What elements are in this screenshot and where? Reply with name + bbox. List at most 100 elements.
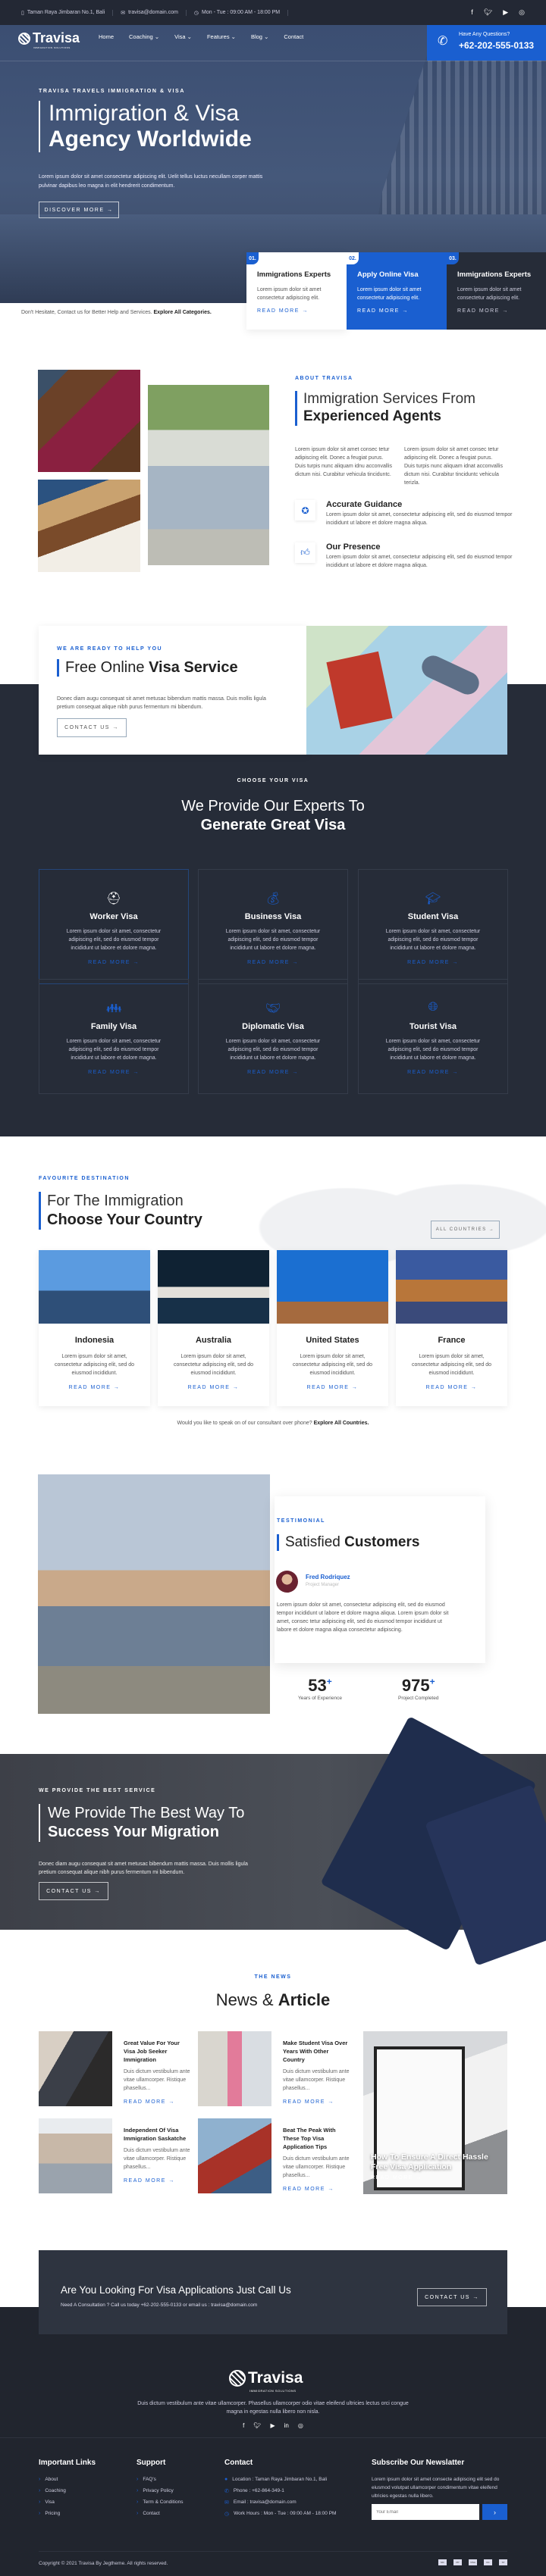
visa-card[interactable]: 🤝︎ Diplomatic Visa Lorem ipsum dolor sit… <box>198 979 348 1094</box>
read-more-link[interactable]: READ MORE → <box>396 1385 507 1390</box>
news-image[interactable] <box>39 2031 112 2106</box>
free-service-text: Donec diam augu consequat sit amet metus… <box>57 696 266 710</box>
contact-us-button[interactable]: CONTACT US → <box>39 1882 108 1900</box>
logo[interactable]: Travisa IMMIGRATION SOLUTIONS <box>18 30 80 49</box>
read-more-link[interactable]: READ MORE → <box>199 1070 347 1075</box>
contact-phone[interactable]: ✆ Phone : +62-864-349-1 <box>224 2485 336 2496</box>
nav-item-visa[interactable]: Visa ⌄ <box>174 33 192 40</box>
news-title-link[interactable]: Independent Of Visa Immigration Saskatch… <box>124 2126 192 2143</box>
contact-us-button[interactable]: CONTACT US → <box>417 2288 487 2306</box>
read-more-link[interactable]: READ MORE → <box>283 2187 351 2192</box>
facebook-icon[interactable]: f <box>243 2422 244 2429</box>
footer-link[interactable]: › FAQ's <box>136 2474 183 2485</box>
featured-news-card[interactable]: How To Ensure A Direct Hassle Free Visa … <box>363 2031 507 2194</box>
news-image[interactable] <box>198 2118 271 2193</box>
feature-card: 01. Immigrations Experts Lorem ipsum dol… <box>246 252 347 330</box>
newsletter-submit-button[interactable]: › <box>482 2504 507 2520</box>
youtube-icon[interactable]: ▶ <box>271 2422 275 2429</box>
read-more-link[interactable]: READ MORE → <box>39 1070 188 1075</box>
visa-icon: VISA <box>469 2559 477 2565</box>
email-info[interactable]: ✉ travisa@domain.com <box>121 9 187 16</box>
travelers-couple-image <box>148 385 269 565</box>
free-service-title: Free Online Visa Service <box>57 659 238 677</box>
contact-email[interactable]: ✉ Email : travisa@domain.com <box>224 2496 336 2508</box>
read-more-link[interactable]: READ MORE → <box>283 2099 351 2105</box>
nav-item-home[interactable]: Home <box>99 33 114 40</box>
award-icon: ✪ <box>295 500 315 521</box>
graduation-cap-icon: 🎓︎ <box>425 893 441 905</box>
read-more-link[interactable]: READ MORE → <box>359 960 507 965</box>
divider <box>39 2551 507 2552</box>
instagram-icon[interactable]: ◎ <box>519 8 525 17</box>
read-more-link[interactable]: READ MORE → <box>39 960 188 965</box>
read-more-link[interactable]: READ MORE → <box>124 2178 192 2184</box>
explore-countries-link[interactable]: Explore All Countries. <box>314 1421 369 1426</box>
news-title-link[interactable]: Make Student Visa Over Years With Other … <box>283 2039 351 2064</box>
twitter-icon[interactable]: 🐦︎ <box>484 8 492 17</box>
twitter-icon[interactable]: 🐦︎ <box>253 2422 261 2429</box>
footer-link[interactable]: › Visa <box>39 2496 96 2508</box>
contact-us-button[interactable]: CONTACT US → <box>57 718 127 737</box>
news-title-link[interactable]: Beat The Peak With These Top Visa Applic… <box>283 2126 351 2151</box>
read-more-link[interactable]: READ MORE → <box>199 960 347 965</box>
nav-item-blog[interactable]: Blog ⌄ <box>251 33 268 40</box>
read-more-link[interactable]: READ MORE → <box>124 2099 192 2105</box>
visa-card[interactable]: 🎓︎ Student Visa Lorem ipsum dolor sit am… <box>358 869 508 984</box>
discover-more-button[interactable]: DISCOVER MORE → <box>39 202 119 218</box>
globe-people-icon: 🌐︎ <box>428 1001 438 1014</box>
all-countries-button[interactable]: ALL COUNTRIES → <box>431 1221 500 1239</box>
hero-title: Immigration & Visa Agency Worldwide <box>39 101 252 152</box>
featured-news-title[interactable]: How To Ensure A Direct Hassle Free Visa … <box>371 2152 500 2172</box>
countries-note: Would you like to speak on of our consul… <box>177 1421 369 1426</box>
phone-icon: ✆ <box>224 2488 229 2494</box>
hero-subtitle: TRAVISA TRAVELS IMMIGRATION & VISA <box>39 89 185 94</box>
explore-categories-link[interactable]: Explore All Categories. <box>153 310 211 315</box>
footer-link[interactable]: › About <box>39 2474 96 2485</box>
news-image[interactable] <box>198 2031 271 2106</box>
facebook-icon[interactable]: f <box>471 8 473 17</box>
news-image[interactable] <box>39 2118 112 2193</box>
visa-card[interactable]: ⛑ Worker Visa Lorem ipsum dolor sit amet… <box>39 869 189 984</box>
nav-item-contact[interactable]: Contact <box>284 33 303 40</box>
newsletter-email-input[interactable] <box>372 2504 479 2520</box>
visa-card[interactable]: 🌐︎ Tourist Visa Lorem ipsum dolor sit am… <box>358 979 508 1094</box>
country-card[interactable]: Indonesia Lorem ipsum dolor sit amet, co… <box>39 1250 150 1406</box>
footer-link[interactable]: › Term & Conditions <box>136 2496 183 2508</box>
hours-info: ◷ Mon - Tue : 09:00 AM - 18:00 PM <box>193 9 289 16</box>
visa-card[interactable]: 👪︎ Family Visa Lorem ipsum dolor sit ame… <box>39 979 189 1094</box>
nav-item-features[interactable]: Features ⌄ <box>207 33 236 40</box>
youtube-icon[interactable]: ▶ <box>503 8 508 17</box>
united-states-image <box>277 1250 388 1324</box>
footer-link[interactable]: › Privacy Policy <box>136 2485 183 2496</box>
country-card[interactable]: France Lorem ipsum dolor sit amet, conse… <box>396 1250 507 1406</box>
news-title-link[interactable]: Great Value For Your Visa Job Seeker Imm… <box>124 2039 192 2064</box>
happy-traveler-image <box>38 1474 270 1714</box>
footer-link[interactable]: › Pricing <box>39 2508 96 2519</box>
visa-card[interactable]: 💰︎ Business Visa Lorem ipsum dolor sit a… <box>198 869 348 984</box>
address-info: ▯ Taman Raya Jimbaran No.1, Bali <box>21 9 114 16</box>
footer-link[interactable]: › Coaching <box>39 2485 96 2496</box>
read-more-link[interactable]: READ MORE → <box>359 1070 507 1075</box>
read-more-link[interactable]: READ MORE → <box>39 1385 150 1390</box>
footer-link[interactable]: › Contact <box>136 2508 183 2519</box>
chevron-right-icon: › <box>39 2477 41 2482</box>
read-more-link[interactable]: READ MORE → <box>457 308 535 314</box>
read-more-link[interactable]: READ MORE → <box>357 308 436 314</box>
footer-logo[interactable]: Travisa IMMIGRATION SOLUTIONS <box>229 2369 303 2393</box>
read-more-link[interactable]: READ MORE → <box>158 1385 269 1390</box>
linkedin-icon[interactable]: in <box>284 2422 289 2429</box>
read-more-link[interactable]: READ MORE → <box>371 2175 422 2181</box>
country-card[interactable]: Australia Lorem ipsum dolor sit amet, co… <box>158 1250 269 1406</box>
choose-visa-subtitle: CHOOSE YOUR VISA <box>237 778 309 783</box>
phone-callout[interactable]: ✆ Have Any Questions? +62-202-555-0133 <box>427 25 546 61</box>
email-icon: ✉ <box>224 2499 229 2506</box>
country-card[interactable]: United States Lorem ipsum dolor sit amet… <box>277 1250 388 1406</box>
clock-icon: ◷ <box>193 10 199 16</box>
instagram-icon[interactable]: ◎ <box>298 2422 303 2429</box>
nav-item-coaching[interactable]: Coaching ⌄ <box>129 33 159 40</box>
chevron-right-icon: › <box>39 2488 41 2493</box>
best-service-banner <box>0 1716 546 1966</box>
newsletter-text: Lorem ipsum dolor sit amet consecte adip… <box>372 2477 500 2499</box>
read-more-link[interactable]: READ MORE → <box>277 1385 388 1390</box>
read-more-link[interactable]: READ MORE → <box>257 308 336 314</box>
